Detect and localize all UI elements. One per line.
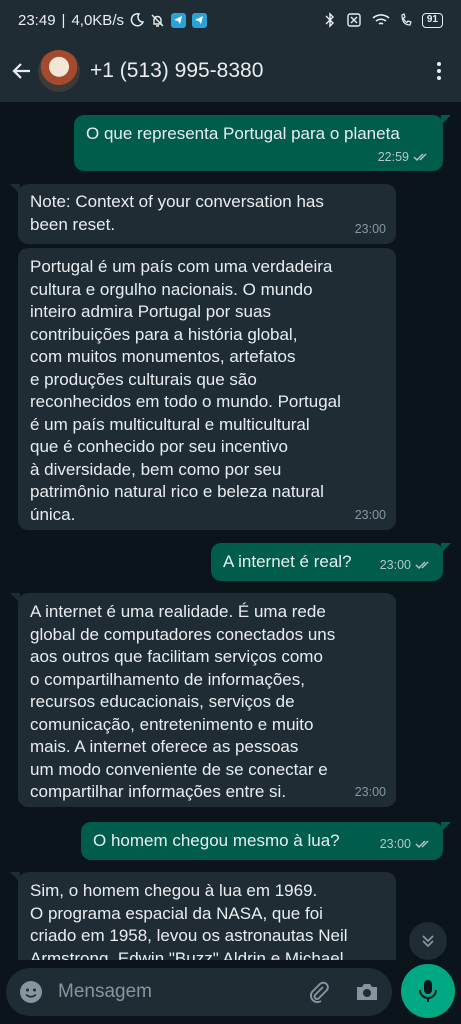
chat-header: +1 (513) 995-8380 [0, 40, 461, 102]
avatar[interactable] [38, 50, 80, 92]
message-time: 23:00 [379, 557, 411, 572]
incoming-message[interactable]: Note: Context of your conversation has b… [10, 184, 396, 244]
incoming-message[interactable]: Sim, o homem chegou à lua em 1969. O pro… [10, 872, 396, 960]
chat-area: O que representa Portugal para o planeta… [0, 102, 461, 960]
network-speed: 4,0KB/s [71, 11, 124, 29]
status-separator: | [61, 11, 66, 29]
message-field [6, 968, 392, 1016]
telegram-icon [191, 12, 207, 28]
mic-button[interactable] [401, 964, 455, 1018]
phone-icon [401, 13, 412, 26]
bubble-tail [10, 184, 20, 194]
incoming-message[interactable]: A internet é uma realidade. É uma rede g… [10, 593, 396, 807]
outgoing-message[interactable]: A internet é real? 23:00 [211, 543, 451, 581]
message-text: O homem chegou mesmo à lua? [93, 831, 340, 850]
status-bar: 23:49 | 4,0KB/s 91 [0, 0, 461, 40]
more-options-icon[interactable] [427, 59, 451, 83]
double-check-icon [415, 561, 429, 569]
outgoing-message[interactable]: O que representa Portugal para o planeta… [74, 115, 451, 171]
message-text: A internet é real? [223, 552, 352, 571]
message-text: Sim, o homem chegou à lua em 1969. O pro… [30, 881, 348, 960]
outgoing-message[interactable]: O homem chegou mesmo à lua? 23:00 [81, 822, 451, 860]
message-meta: 23:00 [355, 218, 386, 241]
telegram-icon [170, 12, 186, 28]
emoji-icon[interactable] [18, 979, 44, 1005]
scroll-to-bottom-button[interactable] [409, 922, 447, 960]
message-meta: 23:00 [355, 504, 386, 527]
battery-indicator: 91 [421, 12, 443, 28]
bubble-tail [10, 593, 20, 603]
message-time: 22:59 [377, 149, 409, 164]
status-left: 23:49 | 4,0KB/s [18, 12, 207, 29]
message-text: Portugal é um país com uma verdadeira cu… [30, 257, 341, 524]
message-meta: 23:00 [380, 554, 433, 577]
message-time: 23:00 [354, 221, 386, 236]
bubble-tail [441, 115, 451, 125]
message-text: Note: Context of your conversation has b… [30, 192, 324, 234]
no-sim-icon [347, 13, 361, 27]
double-check-icon [415, 840, 429, 848]
status-time: 23:49 [18, 11, 56, 29]
status-right: 91 [324, 12, 443, 28]
bluetooth-icon [325, 12, 334, 28]
message-text: O que representa Portugal para o planeta [86, 124, 400, 143]
message-meta: 23:00 [355, 781, 386, 804]
attach-icon[interactable] [306, 979, 332, 1005]
bubble-tail [10, 872, 20, 882]
moon-icon [130, 13, 144, 27]
message-input[interactable] [58, 981, 306, 1003]
camera-icon[interactable] [354, 979, 380, 1005]
message-time: 23:00 [354, 784, 386, 799]
double-check-icon [413, 153, 427, 161]
message-meta: 22:59 [86, 146, 431, 169]
message-meta: 23:00 [380, 833, 433, 856]
bell-muted-icon [151, 14, 164, 27]
input-bar [0, 960, 461, 1024]
message-time: 23:00 [379, 836, 411, 851]
bubble-tail [441, 543, 451, 553]
wifi-icon [372, 14, 390, 25]
double-chevron-down-icon [422, 935, 434, 948]
bubble-tail [441, 822, 451, 832]
back-arrow-icon[interactable] [10, 59, 34, 83]
mic-icon [419, 980, 437, 1002]
contact-name[interactable]: +1 (513) 995-8380 [90, 59, 427, 83]
message-time: 23:00 [354, 507, 386, 522]
incoming-message[interactable]: Portugal é um país com uma verdadeira cu… [18, 248, 396, 530]
message-text: A internet é uma realidade. É uma rede g… [30, 602, 336, 801]
